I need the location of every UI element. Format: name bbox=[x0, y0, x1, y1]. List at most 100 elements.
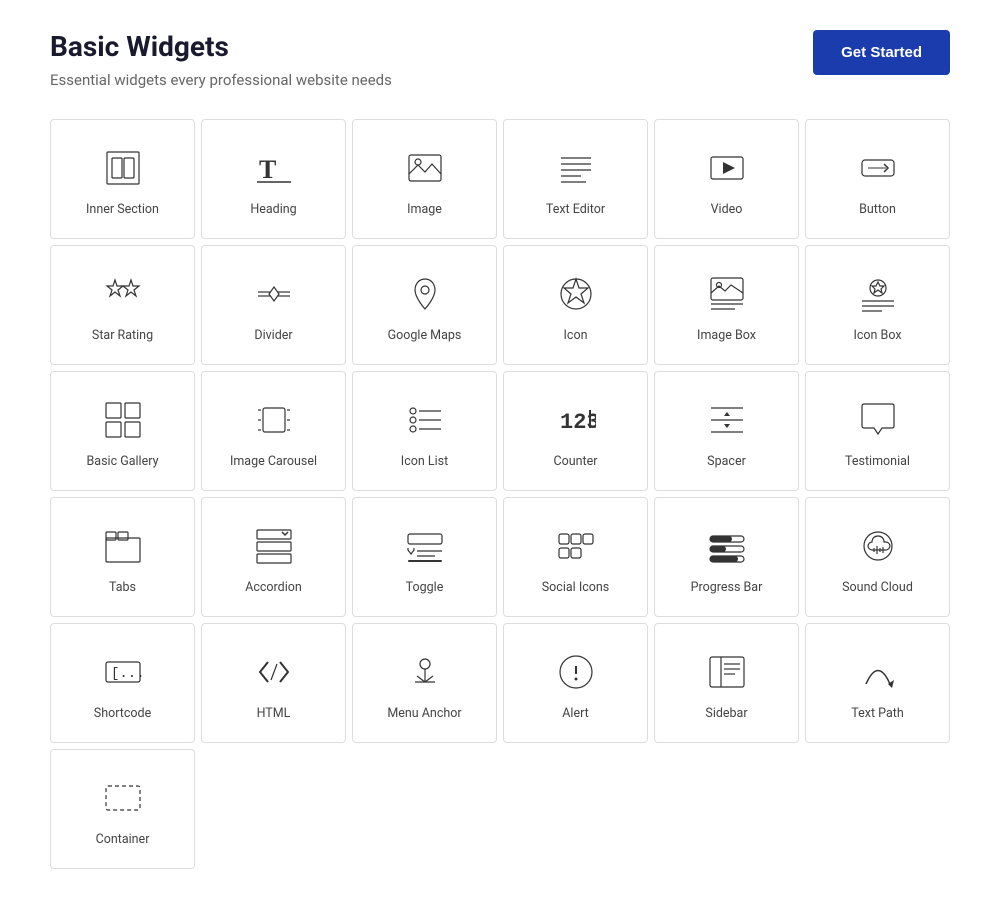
widget-label-inner-section: Inner Section bbox=[86, 202, 159, 218]
widget-card-shortcode[interactable]: [...] Shortcode bbox=[50, 623, 195, 743]
widget-card-divider[interactable]: Divider bbox=[201, 245, 346, 365]
widget-label-container: Container bbox=[96, 832, 150, 848]
heading-icon: T bbox=[250, 144, 298, 192]
text-editor-icon bbox=[552, 144, 600, 192]
widget-label-image: Image bbox=[407, 202, 442, 218]
widget-label-tabs: Tabs bbox=[109, 580, 136, 596]
get-started-button[interactable]: Get Started bbox=[813, 30, 950, 75]
video-icon bbox=[703, 144, 751, 192]
progress-bar-icon bbox=[703, 522, 751, 570]
widget-label-google-maps: Google Maps bbox=[388, 328, 462, 344]
image-carousel-icon bbox=[250, 396, 298, 444]
widget-card-testimonial[interactable]: Testimonial bbox=[805, 371, 950, 491]
widget-card-image-carousel[interactable]: Image Carousel bbox=[201, 371, 346, 491]
icon-list-icon bbox=[401, 396, 449, 444]
widget-label-progress-bar: Progress Bar bbox=[691, 580, 763, 596]
widget-label-menu-anchor: Menu Anchor bbox=[387, 706, 461, 722]
star-rating-icon bbox=[99, 270, 147, 318]
widget-card-basic-gallery[interactable]: Basic Gallery bbox=[50, 371, 195, 491]
alert-icon bbox=[552, 648, 600, 696]
page-header: Basic Widgets Essential widgets every pr… bbox=[50, 30, 950, 89]
widget-label-shortcode: Shortcode bbox=[94, 706, 151, 722]
svg-text:[...]: [...] bbox=[111, 666, 143, 682]
widget-label-button: Button bbox=[859, 202, 896, 218]
widget-card-inner-section[interactable]: Inner Section bbox=[50, 119, 195, 239]
widget-card-accordion[interactable]: Accordion bbox=[201, 497, 346, 617]
spacer-icon bbox=[703, 396, 751, 444]
testimonial-icon bbox=[854, 396, 902, 444]
widget-card-toggle[interactable]: Toggle bbox=[352, 497, 497, 617]
widget-label-icon-box: Icon Box bbox=[853, 328, 901, 344]
widget-card-image[interactable]: Image bbox=[352, 119, 497, 239]
sidebar-icon bbox=[703, 648, 751, 696]
inner-section-icon bbox=[99, 144, 147, 192]
widget-label-sound-cloud: Sound Cloud bbox=[842, 580, 913, 596]
widget-label-toggle: Toggle bbox=[406, 580, 444, 596]
widgets-grid: Inner Section T Heading Image Text Editor Vid… bbox=[50, 119, 950, 869]
image-icon bbox=[401, 144, 449, 192]
widget-label-star-rating: Star Rating bbox=[92, 328, 153, 344]
widget-label-spacer: Spacer bbox=[707, 454, 746, 470]
widget-card-container[interactable]: Container bbox=[50, 749, 195, 869]
widget-label-icon-list: Icon List bbox=[401, 454, 448, 470]
image-box-icon bbox=[703, 270, 751, 318]
menu-anchor-icon bbox=[401, 648, 449, 696]
widget-card-icon-box[interactable]: Icon Box bbox=[805, 245, 950, 365]
basic-gallery-icon bbox=[99, 396, 147, 444]
header-text: Basic Widgets Essential widgets every pr… bbox=[50, 30, 392, 89]
widget-card-progress-bar[interactable]: Progress Bar bbox=[654, 497, 799, 617]
widget-card-text-path[interactable]: Text Path bbox=[805, 623, 950, 743]
button-icon bbox=[854, 144, 902, 192]
widget-label-social-icons: Social Icons bbox=[542, 580, 610, 596]
widget-label-icon: Icon bbox=[564, 328, 588, 344]
widget-card-google-maps[interactable]: Google Maps bbox=[352, 245, 497, 365]
widget-label-image-box: Image Box bbox=[697, 328, 756, 344]
widget-card-icon[interactable]: Icon bbox=[503, 245, 648, 365]
divider-icon bbox=[250, 270, 298, 318]
widget-card-alert[interactable]: Alert bbox=[503, 623, 648, 743]
widget-label-alert: Alert bbox=[562, 706, 588, 722]
toggle-icon bbox=[401, 522, 449, 570]
page-title: Basic Widgets bbox=[50, 30, 392, 63]
social-icons-icon bbox=[552, 522, 600, 570]
page-subtitle: Essential widgets every professional web… bbox=[50, 71, 392, 89]
widget-card-button[interactable]: Button bbox=[805, 119, 950, 239]
widget-card-tabs[interactable]: Tabs bbox=[50, 497, 195, 617]
widget-label-basic-gallery: Basic Gallery bbox=[86, 454, 158, 470]
icon-box-icon bbox=[854, 270, 902, 318]
widget-card-html[interactable]: HTML bbox=[201, 623, 346, 743]
shortcode-icon: [...] bbox=[99, 648, 147, 696]
widget-label-video: Video bbox=[711, 202, 743, 218]
widget-card-spacer[interactable]: Spacer bbox=[654, 371, 799, 491]
widget-card-image-box[interactable]: Image Box bbox=[654, 245, 799, 365]
widget-label-heading: Heading bbox=[250, 202, 296, 218]
html-icon bbox=[250, 648, 298, 696]
widget-label-divider: Divider bbox=[254, 328, 292, 344]
svg-text:T: T bbox=[259, 155, 276, 184]
widget-label-html: HTML bbox=[257, 706, 291, 722]
widget-label-counter: Counter bbox=[553, 454, 597, 470]
counter-icon: 123 bbox=[552, 396, 600, 444]
widget-label-text-editor: Text Editor bbox=[546, 202, 605, 218]
widget-label-text-path: Text Path bbox=[851, 706, 903, 722]
icon-icon bbox=[552, 270, 600, 318]
widget-card-social-icons[interactable]: Social Icons bbox=[503, 497, 648, 617]
widget-label-sidebar: Sidebar bbox=[705, 706, 747, 722]
widget-card-menu-anchor[interactable]: Menu Anchor bbox=[352, 623, 497, 743]
google-maps-icon bbox=[401, 270, 449, 318]
text-path-icon bbox=[854, 648, 902, 696]
sound-cloud-icon bbox=[854, 522, 902, 570]
container-icon bbox=[99, 774, 147, 822]
widget-card-text-editor[interactable]: Text Editor bbox=[503, 119, 648, 239]
widget-card-icon-list[interactable]: Icon List bbox=[352, 371, 497, 491]
widget-card-counter[interactable]: 123 Counter bbox=[503, 371, 648, 491]
widget-label-testimonial: Testimonial bbox=[845, 454, 910, 470]
widget-card-video[interactable]: Video bbox=[654, 119, 799, 239]
widget-label-accordion: Accordion bbox=[245, 580, 302, 596]
tabs-icon bbox=[99, 522, 147, 570]
widget-card-heading[interactable]: T Heading bbox=[201, 119, 346, 239]
widget-card-sidebar[interactable]: Sidebar bbox=[654, 623, 799, 743]
widget-card-star-rating[interactable]: Star Rating bbox=[50, 245, 195, 365]
widget-card-sound-cloud[interactable]: Sound Cloud bbox=[805, 497, 950, 617]
accordion-icon bbox=[250, 522, 298, 570]
